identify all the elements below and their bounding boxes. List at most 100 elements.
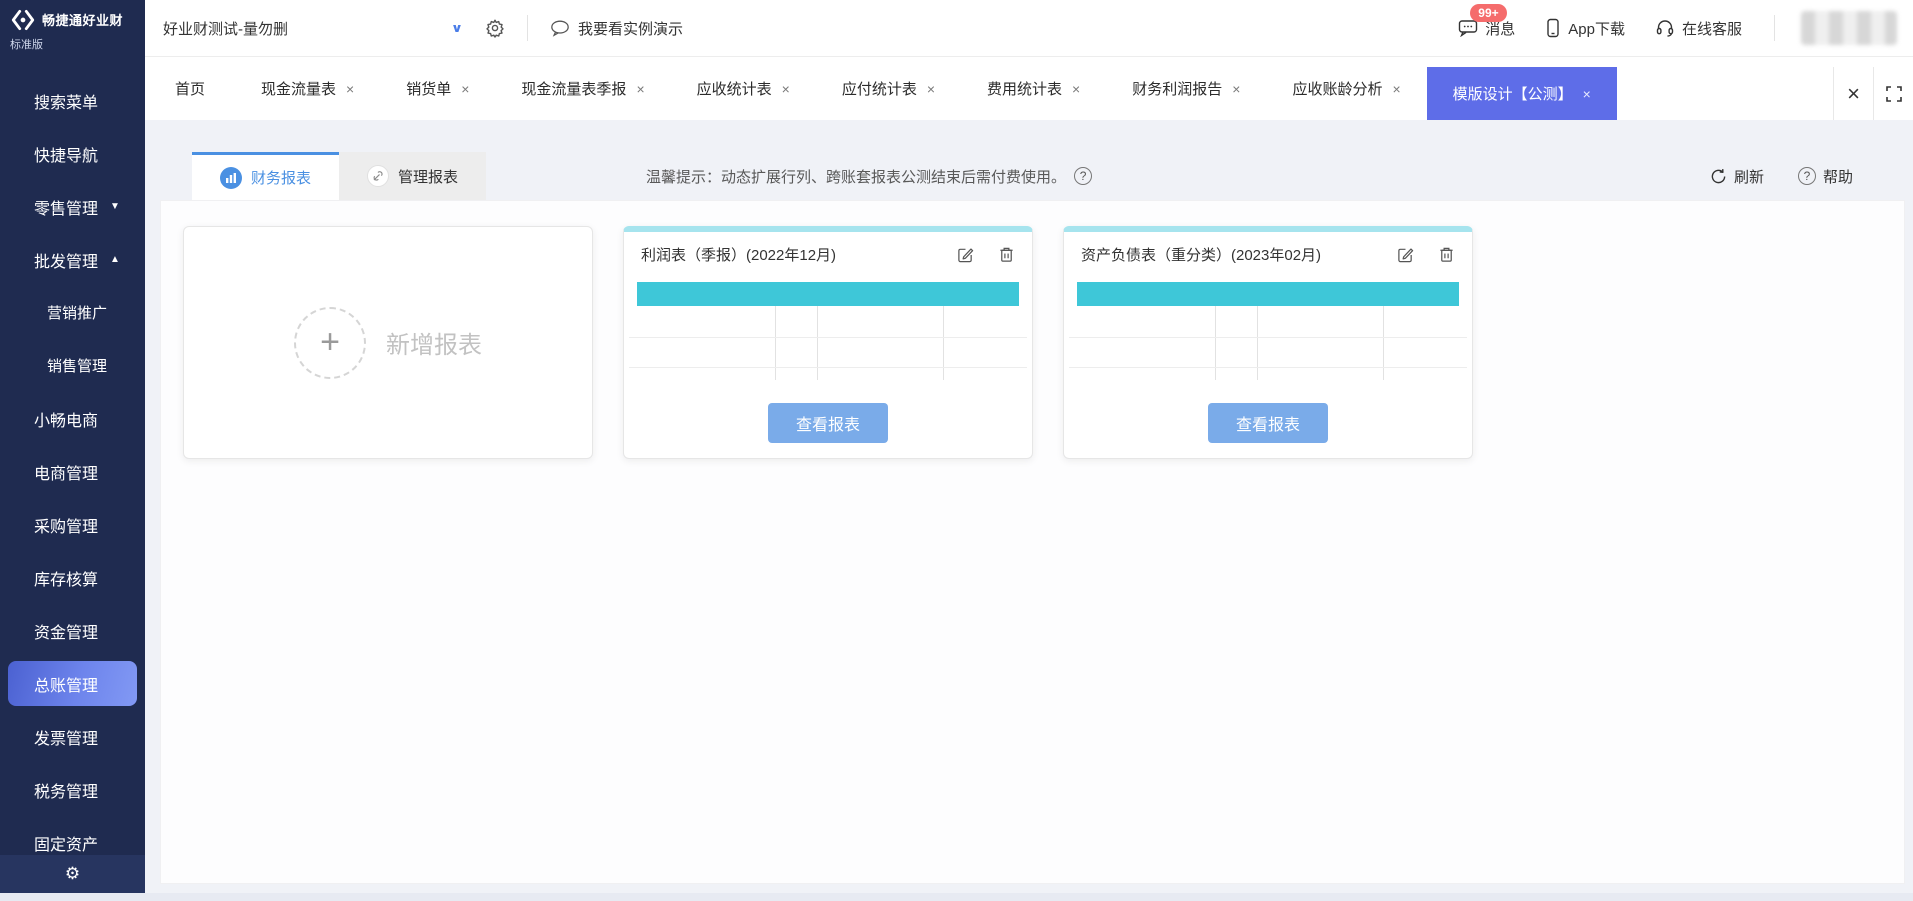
document-tab-bar: 首页 现金流量表 × 销货单 × 现金流量表季报 × 应收统计表 × 应付统计表… [145, 57, 1913, 120]
tab-receivables-aging[interactable]: 应收账龄分析 × [1266, 57, 1426, 120]
close-tab-icon[interactable]: × [1232, 81, 1240, 97]
sidebar-item-ecommerce-management[interactable]: 电商管理 [0, 445, 145, 498]
tab-payables-stats[interactable]: 应付统计表 × [816, 57, 961, 120]
sidebar-item-label: 固定资产 [34, 831, 98, 855]
sidebar-item-label: 总账管理 [34, 672, 98, 696]
view-report-button[interactable]: 查看报表 [768, 403, 888, 443]
tab-home[interactable]: 首页 [145, 57, 235, 120]
help-button[interactable]: ? 帮助 [1798, 166, 1853, 187]
tab-label: 应收账龄分析 [1292, 78, 1382, 99]
management-report-icon [367, 165, 389, 187]
subtab-label: 财务报表 [251, 167, 311, 188]
sidebar-item-wholesale-management[interactable]: 批发管理▲ [0, 233, 145, 286]
subtab-management-reports[interactable]: 管理报表 [339, 152, 486, 200]
subtab-label: 管理报表 [398, 166, 458, 187]
add-report-card[interactable]: + 新增报表 [183, 226, 593, 459]
sidebar-item-purchase-management[interactable]: 采购管理 [0, 498, 145, 551]
online-support-button[interactable]: 在线客服 [1655, 18, 1742, 39]
tab-label: 首页 [175, 78, 205, 99]
sidebar-item-retail-management[interactable]: 零售管理 ▼ [0, 180, 145, 233]
tab-label: 现金流量表季报 [521, 78, 626, 99]
app-download-label: App下载 [1568, 18, 1625, 39]
report-card-balance-sheet: 资产负债表（重分类）(2023年02月) [1063, 226, 1473, 459]
tab-sales-order[interactable]: 销货单 × [380, 57, 495, 120]
message-icon [1458, 19, 1478, 37]
fullscreen-icon [1886, 86, 1902, 102]
sidebar-item-search-menu[interactable]: 搜索菜单 [0, 74, 145, 127]
collapse-arrow-icon: ▼ [110, 201, 120, 212]
delete-report-icon[interactable] [1438, 246, 1455, 263]
top-bar: 畅捷通好业财 标准版 好业财测试-量勿删 ∨ 我要看实例演示 99+ [0, 0, 1913, 57]
report-preview-grid [637, 282, 1019, 388]
sidebar-settings-button[interactable]: ⚙ [0, 855, 145, 893]
report-title: 资产负债表（重分类）(2023年02月) [1081, 244, 1397, 265]
tab-cash-flow-quarterly[interactable]: 现金流量表季报 × [495, 57, 670, 120]
headset-icon [1655, 18, 1675, 38]
main-content: 财务报表 管理报表 温馨提示：动态扩展行列、跨账套报表公测结束后需付费使用。 ? [145, 120, 1913, 901]
tab-label: 应收统计表 [697, 78, 772, 99]
sidebar-item-sales-management[interactable]: 销售管理 [0, 339, 145, 392]
sidebar-item-label: 搜索菜单 [34, 89, 98, 113]
reports-panel: + 新增报表 利润表（季报）(2022年12月) [160, 200, 1905, 884]
app-download-button[interactable]: App下载 [1545, 18, 1625, 39]
app-logo: 畅捷通好业财 标准版 [0, 0, 145, 57]
edit-report-icon[interactable] [1397, 246, 1414, 263]
tip-help-icon[interactable]: ? [1074, 167, 1092, 185]
account-name: 好业财测试-量勿删 [163, 18, 451, 39]
brand-name: 畅捷通好业财 [42, 10, 123, 29]
fullscreen-button[interactable] [1873, 67, 1913, 120]
refresh-button[interactable]: 刷新 [1710, 166, 1764, 187]
account-select[interactable]: 好业财测试-量勿删 ∨ [163, 18, 463, 39]
edition-label: 标准版 [10, 36, 137, 52]
sidebar-nav: 搜索菜单 快捷导航 零售管理 ▼ 批发管理▲ 营销推广 销售管理 小畅电商 电商管… [0, 57, 145, 901]
tab-financial-profit-report[interactable]: 财务利润报告 × [1106, 57, 1266, 120]
close-tab-icon[interactable]: × [1072, 81, 1080, 97]
subtab-financial-reports[interactable]: 财务报表 [192, 152, 339, 200]
question-glyph: ? [1080, 169, 1087, 183]
tip-text: 温馨提示：动态扩展行列、跨账套报表公测结束后需付费使用。 [646, 166, 1066, 187]
close-tab-icon[interactable]: × [636, 81, 644, 97]
messages-badge: 99+ [1470, 4, 1506, 22]
settings-gear-icon[interactable] [485, 18, 505, 38]
sidebar-item-label: 税务管理 [34, 778, 98, 802]
tab-expense-stats[interactable]: 费用统计表 × [961, 57, 1106, 120]
tab-receivables-stats[interactable]: 应收统计表 × [671, 57, 816, 120]
plus-icon: + [294, 307, 366, 379]
delete-report-icon[interactable] [998, 246, 1015, 263]
close-tab-icon[interactable]: × [346, 81, 354, 97]
report-card-profit: 利润表（季报）(2022年12月) [623, 226, 1033, 459]
sidebar-item-quick-nav[interactable]: 快捷导航 [0, 127, 145, 180]
close-tab-icon[interactable]: × [461, 81, 469, 97]
sidebar-item-xiaochang-ecommerce[interactable]: 小畅电商 [0, 392, 145, 445]
close-tab-icon[interactable]: × [1392, 81, 1400, 97]
close-all-tabs-button[interactable]: × [1833, 67, 1873, 120]
online-support-label: 在线客服 [1682, 18, 1742, 39]
tab-template-design-active[interactable]: 模版设计【公测】 × [1427, 67, 1617, 120]
view-report-button[interactable]: 查看报表 [1208, 403, 1328, 443]
sidebar-item-funds-management[interactable]: 资金管理 [0, 604, 145, 657]
question-glyph: ? [1804, 169, 1811, 183]
sidebar-item-tax-management[interactable]: 税务管理 [0, 763, 145, 816]
topbar-divider [1774, 15, 1775, 41]
sidebar-item-label: 采购管理 [34, 513, 98, 537]
sidebar-item-invoice-management[interactable]: 发票管理 [0, 710, 145, 763]
page-bottom-strip [0, 893, 1913, 901]
sidebar-item-label: 营销推广 [47, 302, 107, 323]
refresh-icon [1710, 168, 1727, 185]
sidebar-item-label: 零售管理 [34, 195, 98, 219]
tab-cash-flow[interactable]: 现金流量表 × [235, 57, 380, 120]
sidebar-item-marketing-promo[interactable]: 营销推广 [0, 286, 145, 339]
sidebar-item-label: 批发管理 [34, 248, 98, 272]
sidebar-item-general-ledger-active[interactable]: 总账管理 [8, 661, 137, 706]
sidebar-item-inventory-accounting[interactable]: 库存核算 [0, 551, 145, 604]
close-tab-icon[interactable]: × [927, 81, 935, 97]
sidebar-item-label: 小畅电商 [34, 407, 98, 431]
close-tab-icon[interactable]: × [1583, 86, 1591, 102]
speech-bubble-icon [550, 19, 570, 37]
messages-button[interactable]: 99+ 消息 [1458, 18, 1515, 39]
user-account-blurred[interactable] [1801, 11, 1897, 45]
gear-icon: ⚙ [65, 864, 80, 884]
demo-link[interactable]: 我要看实例演示 [550, 18, 683, 39]
close-tab-icon[interactable]: × [782, 81, 790, 97]
edit-report-icon[interactable] [957, 246, 974, 263]
